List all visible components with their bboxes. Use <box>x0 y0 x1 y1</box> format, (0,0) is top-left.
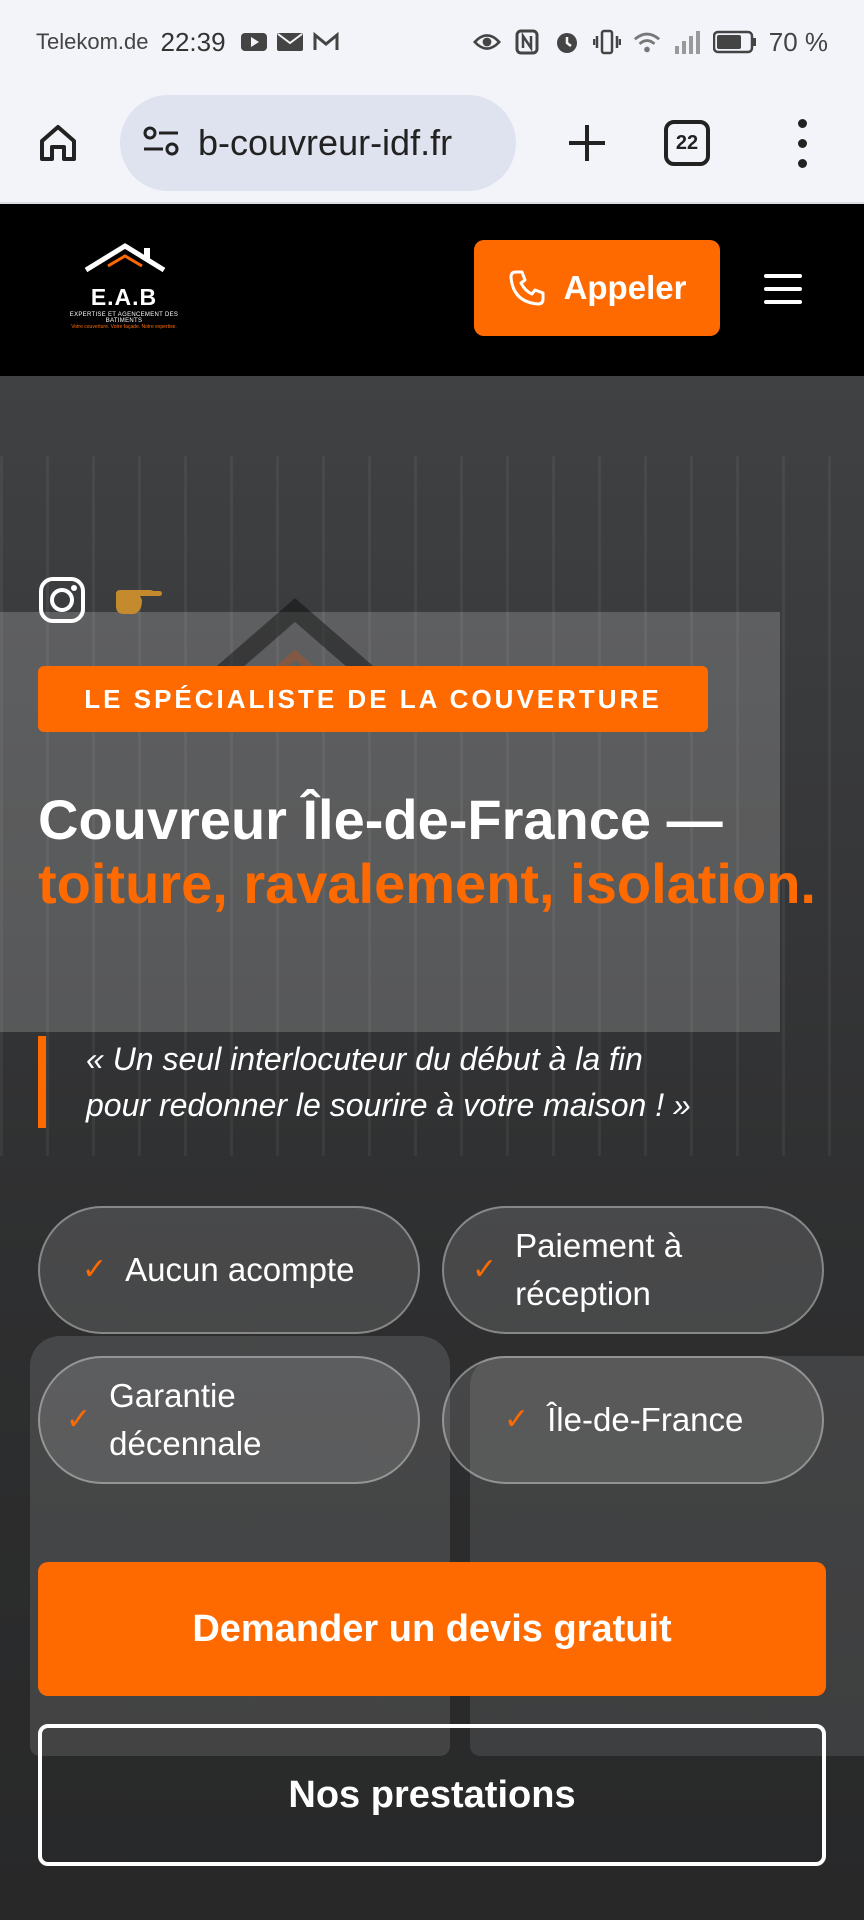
nfc-icon <box>513 29 541 55</box>
battery-icon <box>712 30 757 54</box>
new-tab-button[interactable] <box>552 108 622 178</box>
mail-icon <box>276 30 304 54</box>
eye-icon <box>472 30 501 54</box>
feature-pill-guarantee: ✓ Garantie décennale <box>38 1356 420 1484</box>
site-header: E.A.B EXPERTISE ET AGENCEMENT DES BATIME… <box>0 204 864 376</box>
feature-pill-payment: ✓ Paiement à réception <box>442 1206 824 1334</box>
check-icon: ✓ <box>472 1253 498 1286</box>
feature-pill-region: ✓ Île-de-France <box>442 1356 824 1484</box>
phone-icon <box>509 270 545 306</box>
check-icon: ✓ <box>504 1403 530 1436</box>
logo-subtitle: EXPERTISE ET AGENCEMENT DES BATIMENTS <box>69 312 179 324</box>
roof-icon <box>84 243 166 273</box>
clock: 22:39 <box>160 26 226 57</box>
site-logo[interactable]: E.A.B EXPERTISE ET AGENCEMENT DES BATIME… <box>54 242 194 342</box>
pointing-hand-icon <box>112 580 166 625</box>
feature-pill-no-deposit: ✓ Aucun acompte <box>38 1206 420 1334</box>
feature-label: Île-de-France <box>547 1401 744 1438</box>
signal-icon <box>673 30 701 54</box>
youtube-icon <box>240 30 268 54</box>
feature-label: Aucun acompte <box>125 1251 355 1288</box>
status-bar: Telekom.de 22:39 70 % <box>0 0 864 84</box>
logo-tagline: Votre couverture. Votre façade. Notre ex… <box>71 324 177 330</box>
home-button[interactable] <box>30 115 86 171</box>
quote-line-1: « Un seul interlocuteur du début à la fi… <box>86 1041 643 1077</box>
services-button[interactable]: Nos prestations <box>38 1724 826 1866</box>
check-icon: ✓ <box>82 1253 108 1286</box>
gmail-icon <box>312 30 340 54</box>
browser-toolbar: b-couvreur-idf.fr 22 <box>0 84 864 204</box>
social-row <box>38 576 166 629</box>
battery-percentage: 70 % <box>768 26 828 57</box>
instagram-icon[interactable] <box>38 576 86 629</box>
check-icon: ✓ <box>66 1403 92 1436</box>
feature-label: Garantie décennale <box>109 1377 262 1462</box>
plus-icon <box>569 125 605 161</box>
site-settings-icon[interactable] <box>142 125 180 162</box>
logo-name: E.A.B <box>90 284 158 310</box>
feature-label: Paiement à réception <box>515 1227 683 1312</box>
browser-menu-button[interactable] <box>792 113 812 173</box>
hero-headline: Couvreur Île-de-France — toiture, ravale… <box>38 788 838 916</box>
vibrate-icon <box>592 29 621 55</box>
wifi-icon <box>633 30 661 54</box>
quote-request-button[interactable]: Demander un devis gratuit <box>38 1562 826 1696</box>
hamburger-menu-icon[interactable] <box>764 274 802 304</box>
url-text[interactable]: b-couvreur-idf.fr <box>198 122 452 164</box>
tab-switcher-button[interactable]: 22 <box>664 120 710 166</box>
hero-quote: « Un seul interlocuteur du début à la fi… <box>38 1036 838 1128</box>
quote-line-2: pour redonner le sourire à votre maison … <box>86 1087 691 1123</box>
address-bar[interactable]: b-couvreur-idf.fr <box>120 95 516 191</box>
call-button[interactable]: Appeler <box>474 240 720 336</box>
hero-section: LE SPÉCIALISTE DE LA COUVERTURE Couvreur… <box>0 376 864 1920</box>
alarm-icon <box>553 30 581 54</box>
carrier-label: Telekom.de <box>36 29 149 54</box>
call-button-label: Appeler <box>563 269 687 306</box>
home-icon <box>40 125 76 161</box>
specialist-badge: LE SPÉCIALISTE DE LA COUVERTURE <box>38 666 708 732</box>
headline-white: Couvreur Île-de-France — <box>38 788 723 851</box>
headline-orange: toiture, ravalement, isolation. <box>38 852 816 915</box>
